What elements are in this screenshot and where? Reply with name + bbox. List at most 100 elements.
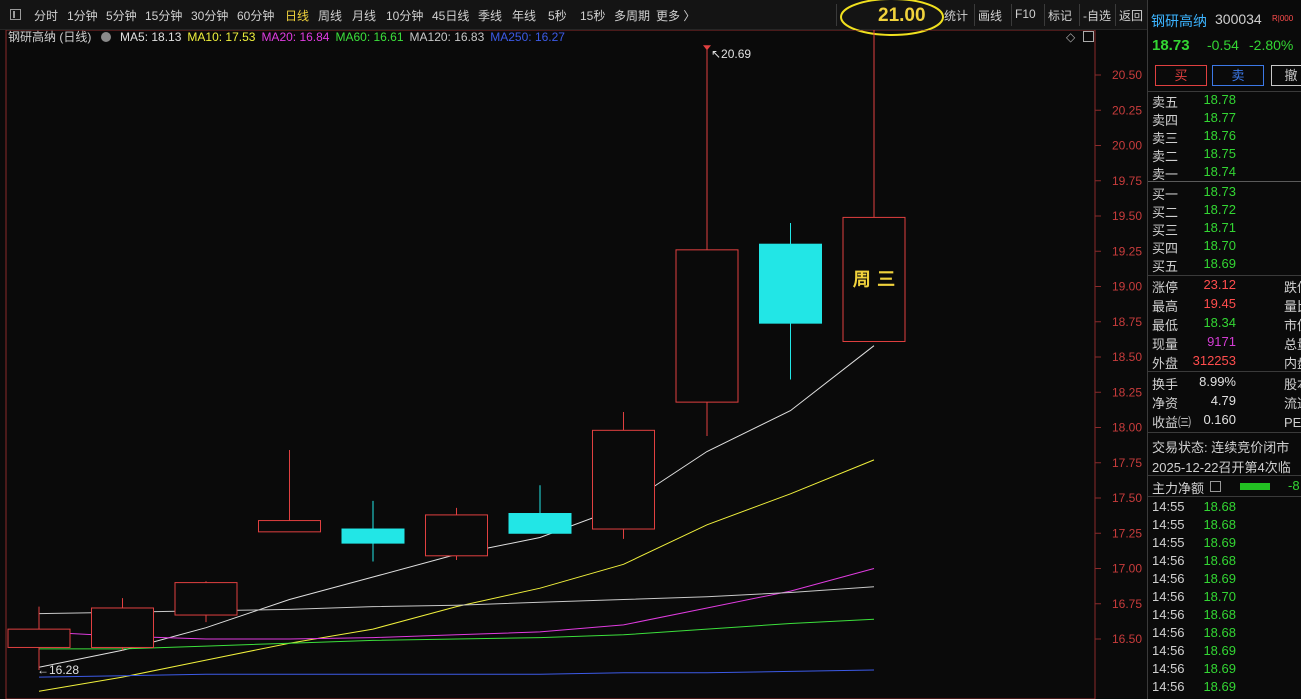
chart-settings-icon[interactable] bbox=[100, 32, 111, 42]
period-toolbar: 分时 1分钟 5分钟 15分钟 30分钟 60分钟 日线 周线 月线 10分钟 45日线 季线 年线 5秒… bbox=[0, 0, 1147, 36]
layout-toggle-icon[interactable] bbox=[10, 9, 21, 20]
ma-legend: 钢研高纳 (日线) MA5: 18.13 MA10: 17.53 MA20: 16.… bbox=[8, 28, 571, 44]
candlestick[interactable] bbox=[759, 223, 822, 380]
y-tick-label: 17.50 bbox=[1112, 491, 1142, 505]
candlestick[interactable] bbox=[675, 48, 739, 436]
stat-row: 现量9171总量 bbox=[1152, 334, 1301, 352]
stock-code: 300034 bbox=[1215, 11, 1262, 27]
trade-status: 交易状态: 连续竞价闭市 bbox=[1152, 440, 1290, 455]
tick-row: 14:56 18.69 bbox=[1152, 679, 1236, 694]
tick-row: 14:55 18.68 bbox=[1152, 517, 1236, 532]
candlestick[interactable] bbox=[258, 450, 321, 533]
candlestick[interactable] bbox=[341, 500, 405, 562]
candlestick[interactable] bbox=[174, 581, 238, 623]
period-tab[interactable]: 15秒 bbox=[580, 7, 605, 24]
low-marker-label: ←16.28 bbox=[37, 663, 79, 677]
period-tab[interactable]: 周线 bbox=[318, 7, 342, 24]
period-tab[interactable]: 15分钟 bbox=[145, 7, 182, 24]
candle-body bbox=[174, 582, 238, 616]
period-tab[interactable]: 30分钟 bbox=[191, 7, 228, 24]
chart-corner-diamond-icon[interactable]: ◇ bbox=[1066, 30, 1075, 44]
tool-button[interactable]: 统计 bbox=[944, 7, 968, 24]
stat-row: 最高19.45量比 bbox=[1152, 296, 1301, 314]
high-marker-icon bbox=[703, 45, 711, 51]
period-tab[interactable]: 5秒 bbox=[548, 7, 567, 24]
ma-legend-item: MA120: 16.83 bbox=[409, 30, 485, 44]
period-tab[interactable]: 1分钟 bbox=[67, 7, 98, 24]
ma-line-ma5 bbox=[38, 345, 875, 668]
price-change: -0.54 bbox=[1207, 37, 1239, 53]
stat-row: 收益㈢0.160PE(动 bbox=[1152, 412, 1301, 430]
tool-button[interactable]: 画线 bbox=[978, 7, 1002, 24]
tick-row: 14:56 18.70 bbox=[1152, 589, 1236, 604]
ma-legend-item: MA5: 18.13 bbox=[120, 30, 182, 44]
y-tick-label: 19.25 bbox=[1112, 244, 1142, 258]
bid-level-row[interactable]: 买三 18.71 bbox=[1148, 220, 1301, 238]
y-tick-label: 18.25 bbox=[1112, 385, 1142, 399]
candle-body bbox=[7, 628, 71, 648]
ma-line-ma120 bbox=[38, 586, 875, 615]
announcement-link[interactable]: 2025-12-22召开第4次临 bbox=[1148, 457, 1301, 475]
ask-level-row[interactable]: 卖三 18.76 bbox=[1148, 128, 1301, 146]
toolbar-divider bbox=[1115, 4, 1116, 26]
bid-level-row[interactable]: 买四 18.70 bbox=[1148, 238, 1301, 256]
y-tick-label: 19.50 bbox=[1112, 209, 1142, 223]
period-tab[interactable]: 分时 bbox=[34, 7, 58, 24]
ask-level-row[interactable]: 卖二 18.75 bbox=[1148, 146, 1301, 164]
candlestick[interactable] bbox=[7, 606, 71, 671]
kline-chart-area[interactable]: 20.50 20.25 20.00 19.75 19.50 19.25 19.00 18.75… bbox=[0, 30, 1147, 699]
candlestick[interactable] bbox=[592, 411, 655, 539]
y-tick-label: 17.25 bbox=[1112, 526, 1142, 540]
tool-button[interactable]: 返回 bbox=[1119, 7, 1143, 24]
stock-tag-badge: R|000 bbox=[1272, 14, 1294, 23]
trade-button[interactable]: 买 bbox=[1155, 65, 1207, 86]
period-tab[interactable]: 5分钟 bbox=[106, 7, 137, 24]
divider bbox=[1148, 181, 1301, 182]
tick-row: 14:56 18.68 bbox=[1152, 625, 1236, 640]
period-tab[interactable]: 45日线 bbox=[432, 7, 469, 24]
candlestick[interactable] bbox=[842, 30, 906, 342]
bid-level-row[interactable]: 买五 18.69 bbox=[1148, 256, 1301, 274]
period-tab[interactable]: 日线 bbox=[285, 7, 309, 24]
trade-button[interactable]: 撤 bbox=[1271, 65, 1301, 86]
tick-row: 14:56 18.69 bbox=[1152, 571, 1236, 586]
candle-body bbox=[592, 429, 655, 530]
trade-button[interactable]: 卖 bbox=[1212, 65, 1264, 86]
period-tab[interactable]: 季线 bbox=[478, 7, 502, 24]
chart-corner-square-icon[interactable] bbox=[1083, 31, 1094, 42]
ask-level-row[interactable]: 卖一 18.74 bbox=[1148, 164, 1301, 182]
period-tab[interactable]: 10分钟 bbox=[386, 7, 423, 24]
stock-name: 钢研高纳 bbox=[1151, 13, 1207, 29]
y-tick-label: 16.75 bbox=[1112, 597, 1142, 611]
period-tab[interactable]: 多周期 bbox=[614, 7, 650, 24]
period-tab[interactable]: 年线 bbox=[512, 7, 536, 24]
stat-row: 换手8.99%股本 bbox=[1152, 374, 1301, 392]
tool-button[interactable]: F10 bbox=[1015, 7, 1036, 21]
period-tab[interactable]: 60分钟 bbox=[237, 7, 274, 24]
tool-button[interactable]: 标记 bbox=[1048, 7, 1072, 24]
divider bbox=[1148, 475, 1301, 476]
ask-level-row[interactable]: 卖五 18.78 bbox=[1148, 92, 1301, 110]
y-tick-label: 20.25 bbox=[1112, 103, 1142, 117]
candlestick[interactable] bbox=[91, 598, 154, 651]
candlestick[interactable] bbox=[425, 507, 488, 561]
stock-price-line: 18.73 -0.54 -2.80% bbox=[1148, 37, 1301, 57]
tool-button[interactable]: -自选 bbox=[1083, 7, 1111, 24]
ask-level-row[interactable]: 卖四 18.77 bbox=[1148, 110, 1301, 128]
toolbar-divider bbox=[1011, 4, 1012, 26]
candlestick[interactable] bbox=[508, 485, 572, 534]
candle-body bbox=[425, 514, 488, 557]
bid-level-row[interactable]: 买一 18.73 bbox=[1148, 184, 1301, 202]
period-tab[interactable]: 更多 〉 bbox=[656, 7, 695, 24]
ma-legend-item: MA60: 16.61 bbox=[335, 30, 404, 44]
ma-legend-item: MA10: 17.53 bbox=[187, 30, 256, 44]
period-tab[interactable]: 月线 bbox=[352, 7, 376, 24]
main-flow-menu-icon[interactable] bbox=[1210, 481, 1221, 492]
kline-chart[interactable]: 20.50 20.25 20.00 19.75 19.50 19.25 19.00 18.75… bbox=[0, 30, 1147, 699]
y-tick-label: 17.00 bbox=[1112, 562, 1142, 576]
ma-legend-item: MA20: 16.84 bbox=[261, 30, 330, 44]
bid-level-row[interactable]: 买二 18.72 bbox=[1148, 202, 1301, 220]
y-tick-label: 20.50 bbox=[1112, 68, 1142, 82]
tick-row: 14:56 18.68 bbox=[1152, 553, 1236, 568]
chart-title: 钢研高纳 (日线) bbox=[8, 30, 92, 44]
